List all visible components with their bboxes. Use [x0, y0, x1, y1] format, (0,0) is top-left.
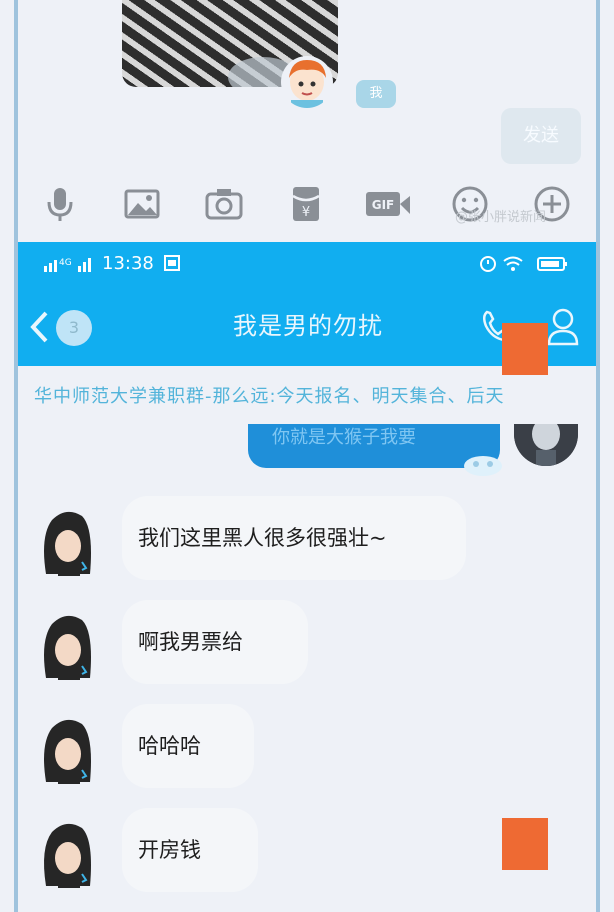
message-row: 我们这里黑人很多很强壮~: [18, 496, 596, 588]
chat-screenshot: 我 发送 ¥ GIF @张小胖说新闻 4G 13:38 3 我是男的勿扰 华中师…: [0, 0, 614, 912]
me-label-badge: 我: [356, 80, 396, 108]
wifi-icon: [503, 256, 523, 271]
contact-avatar[interactable]: [36, 818, 100, 888]
message-bubble[interactable]: 哈哈哈: [122, 704, 254, 788]
message-row: 哈哈哈: [18, 704, 596, 796]
mic-icon[interactable]: [38, 182, 82, 226]
weibo-watermark: @张小胖说新闻: [455, 210, 547, 225]
message-bubble[interactable]: 我们这里黑人很多很强壮~: [122, 496, 466, 580]
contact-avatar[interactable]: [36, 714, 100, 784]
send-button[interactable]: 发送: [501, 108, 581, 164]
frame-edge-right: [596, 0, 600, 912]
bubble-decoration-icon: [462, 452, 504, 478]
cell-signal-icon: 4G: [44, 256, 96, 272]
contact-avatar[interactable]: [36, 506, 100, 576]
svg-text:¥: ¥: [302, 205, 310, 220]
network-type-label: 4G: [59, 258, 72, 268]
svg-text:GIF: GIF: [372, 198, 395, 212]
status-right-icons: [480, 254, 570, 274]
profile-icon[interactable]: [546, 306, 580, 346]
image-icon[interactable]: [120, 182, 164, 226]
message-bubble[interactable]: 开房钱: [122, 808, 258, 892]
contact-avatar[interactable]: [36, 610, 100, 680]
camera-icon[interactable]: [202, 182, 246, 226]
gif-icon[interactable]: GIF: [366, 182, 410, 226]
censor-mark: [502, 323, 548, 375]
back-arrow-icon[interactable]: [28, 310, 52, 344]
status-bar: 4G 13:38: [18, 242, 596, 286]
notification-image-icon: [164, 255, 180, 271]
message-row: 啊我男票给: [18, 600, 596, 692]
status-time: 13:38: [102, 253, 154, 274]
chat-title: 我是男的勿扰: [233, 312, 383, 340]
message-bubble[interactable]: 啊我男票给: [122, 600, 308, 684]
group-notice[interactable]: 华中师范大学兼职群-那么远:今天报名、明天集合、后天: [18, 374, 596, 420]
red-packet-icon[interactable]: ¥: [284, 182, 328, 226]
unread-count-badge[interactable]: 3: [56, 310, 92, 346]
battery-icon: [537, 257, 567, 271]
censor-mark: [502, 818, 548, 870]
my-avatar[interactable]: [281, 56, 333, 108]
alarm-icon: [480, 256, 496, 272]
sender-avatar[interactable]: [514, 424, 578, 466]
